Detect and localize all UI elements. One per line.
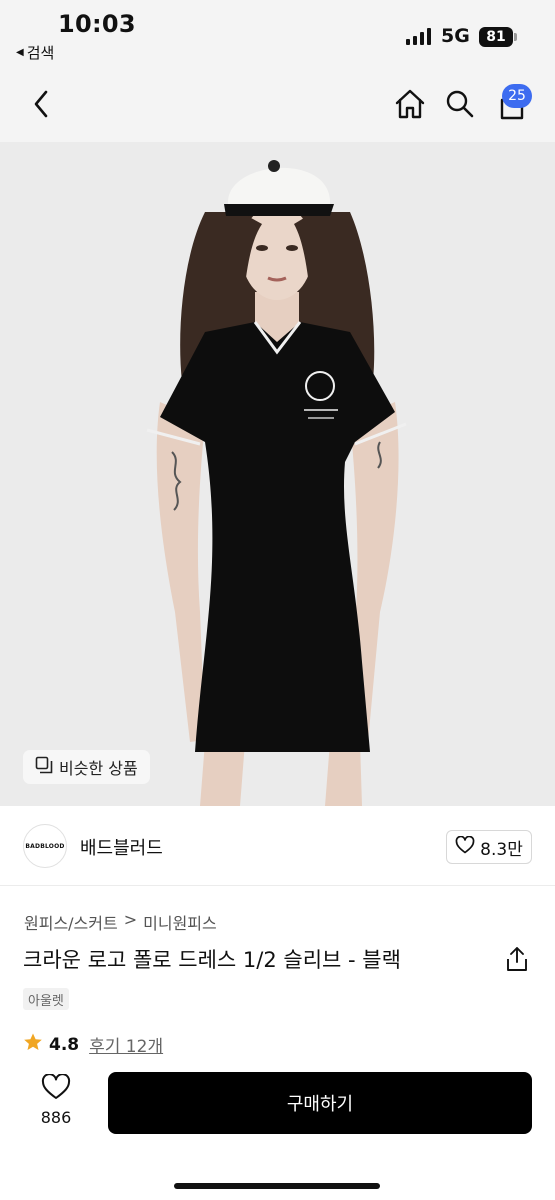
product-like-count: 886 [40, 1108, 72, 1127]
battery-icon: 81 [479, 27, 513, 47]
heart-outline-icon [41, 1073, 71, 1104]
brand-row: BADBLOOD 배드블러드 8.3만 [0, 806, 555, 886]
status-time: 10:03 [58, 10, 136, 38]
product-like-button[interactable]: 886 [24, 1073, 88, 1134]
product-illustration [0, 142, 555, 806]
search-icon[interactable] [442, 86, 478, 122]
outlet-tag: 아울렛 [23, 988, 69, 1010]
back-triangle-icon: ◀ [16, 47, 24, 58]
breadcrumb-separator: > [123, 910, 138, 929]
brand-like-count: 8.3만 [480, 839, 523, 860]
buy-button[interactable]: 구매하기 [108, 1072, 532, 1134]
share-icon[interactable] [505, 946, 529, 976]
battery-tip [514, 33, 517, 41]
similar-products-button[interactable]: 비슷한 상품 [23, 750, 150, 784]
back-to-app[interactable]: ◀ 검색 [16, 42, 54, 63]
heart-icon [455, 835, 475, 859]
reviews-link[interactable]: 후기 12개 [89, 1032, 163, 1057]
brand-name[interactable]: 배드블러드 [80, 834, 163, 860]
status-bar: 10:03 ◀ 검색 5G 81 [0, 0, 555, 66]
back-icon[interactable] [26, 86, 56, 122]
network-label: 5G [441, 25, 470, 47]
similar-icon [35, 756, 53, 778]
brand-logo[interactable]: BADBLOOD [23, 824, 67, 868]
home-icon[interactable] [392, 86, 428, 122]
back-app-label: 검색 [26, 44, 55, 62]
home-indicator [174, 1183, 380, 1189]
star-icon [23, 1032, 43, 1057]
similar-products-label: 비슷한 상품 [59, 759, 138, 778]
product-page: 10:03 ◀ 검색 5G 81 25 비슷한 상품 BADBLOOD 배드블러… [0, 0, 555, 1200]
brand-like-button[interactable]: 8.3만 [446, 830, 532, 864]
breadcrumb-category[interactable]: 원피스/스커트 [24, 910, 118, 934]
product-title: 크라운 로고 폴로 드레스 1/2 슬리브 - 블랙 [23, 948, 401, 972]
rating-row: 4.8 후기 12개 [23, 1032, 163, 1057]
rating-score: 4.8 [49, 1034, 80, 1055]
signal-icon [406, 27, 431, 45]
product-image[interactable] [0, 142, 555, 806]
breadcrumb-subcategory[interactable]: 미니원피스 [143, 910, 217, 934]
cart-count-badge: 25 [502, 84, 532, 108]
breadcrumb: 원피스/스커트 > 미니원피스 [24, 910, 217, 934]
